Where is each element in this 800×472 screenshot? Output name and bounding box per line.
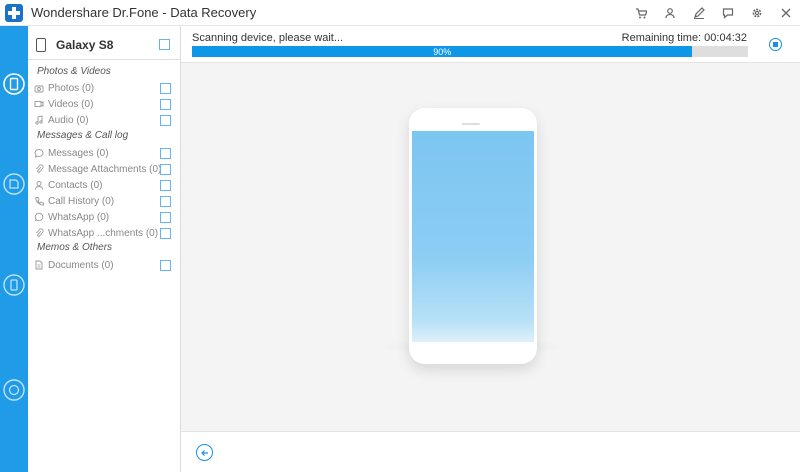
- item-label: WhatsApp (0): [48, 211, 110, 223]
- scan-area: Scanning device, please wait... Remainin…: [181, 26, 800, 472]
- whatsapp-attachments-checkbox[interactable]: [160, 228, 171, 239]
- list-item-audio[interactable]: Audio (0): [34, 113, 89, 127]
- cart-icon[interactable]: [626, 0, 655, 26]
- title-actions: [626, 0, 800, 26]
- item-label: Messages (0): [48, 147, 109, 159]
- back-button[interactable]: [196, 444, 213, 461]
- file-type-panel: Galaxy S8 Photos & Videos Photos (0) Vid…: [28, 26, 181, 472]
- photos-checkbox[interactable]: [160, 83, 171, 94]
- phone-speaker: [462, 123, 480, 125]
- gear-icon[interactable]: [742, 0, 771, 26]
- chat-icon[interactable]: [713, 0, 742, 26]
- scan-status-text: Scanning device, please wait...: [192, 32, 344, 44]
- videos-checkbox[interactable]: [160, 99, 171, 110]
- section-memos-others: Memos & Others: [37, 242, 113, 253]
- sd-recover-icon[interactable]: [0, 170, 28, 198]
- list-item-videos[interactable]: Videos (0): [34, 97, 93, 111]
- device-phone-icon: [36, 38, 46, 52]
- call-history-checkbox[interactable]: [160, 196, 171, 207]
- video-icon: [34, 99, 44, 109]
- title-bar: Wondershare Dr.Fone - Data Recovery: [0, 0, 800, 26]
- list-item-contacts[interactable]: Contacts (0): [34, 178, 102, 192]
- section-photos-videos: Photos & Videos: [37, 66, 111, 77]
- list-item-message-attachments[interactable]: Message Attachments (0): [34, 162, 161, 176]
- item-label: Documents (0): [48, 259, 114, 271]
- whatsapp-recover-icon[interactable]: [0, 376, 28, 404]
- footer-bar: [181, 431, 800, 472]
- close-icon[interactable]: [771, 0, 800, 26]
- list-item-documents[interactable]: Documents (0): [34, 258, 114, 272]
- list-item-photos[interactable]: Photos (0): [34, 81, 94, 95]
- attachment-icon: [34, 228, 44, 238]
- app-title: Wondershare Dr.Fone - Data Recovery: [31, 5, 257, 20]
- item-label: Call History (0): [48, 195, 115, 207]
- remaining-time: Remaining time: 00:04:32: [621, 32, 747, 44]
- arrow-left-icon: [200, 449, 208, 456]
- divider: [28, 59, 181, 60]
- camera-icon: [34, 83, 44, 93]
- item-label: Videos (0): [48, 98, 94, 110]
- attachment-icon: [34, 164, 44, 174]
- scan-status-bar: Scanning device, please wait... Remainin…: [181, 26, 800, 63]
- scan-progress-bar: 90%: [192, 46, 748, 57]
- message-attachments-checkbox[interactable]: [160, 164, 171, 175]
- contacts-checkbox[interactable]: [160, 180, 171, 191]
- documents-checkbox[interactable]: [160, 260, 171, 271]
- list-item-whatsapp-attachments[interactable]: WhatsApp ...chments (0): [34, 226, 158, 240]
- section-messages-calllog: Messages & Call log: [37, 130, 129, 141]
- user-icon[interactable]: [655, 0, 684, 26]
- item-label: Photos (0): [48, 82, 95, 94]
- phone-recover-icon[interactable]: [0, 70, 28, 98]
- stop-scan-button[interactable]: [769, 38, 782, 51]
- item-label: Message Attachments (0): [48, 163, 162, 175]
- phone-screen: [412, 131, 534, 342]
- message-icon: [34, 148, 44, 158]
- contact-icon: [34, 180, 44, 190]
- device-name: Galaxy S8: [56, 38, 114, 52]
- whatsapp-icon: [34, 212, 44, 222]
- phone-call-icon: [34, 196, 44, 206]
- list-item-whatsapp[interactable]: WhatsApp (0): [34, 210, 109, 224]
- device-checkbox[interactable]: [159, 39, 170, 50]
- mode-rail: [0, 26, 28, 472]
- audio-checkbox[interactable]: [160, 115, 171, 126]
- item-label: Contacts (0): [48, 179, 103, 191]
- item-label: Audio (0): [48, 114, 89, 126]
- progress-fill: 90%: [192, 46, 693, 57]
- music-note-icon: [34, 115, 44, 125]
- document-icon: [34, 260, 44, 270]
- device-illustration: [409, 108, 537, 364]
- list-item-messages[interactable]: Messages (0): [34, 146, 109, 160]
- pen-icon[interactable]: [684, 0, 713, 26]
- list-item-call-history[interactable]: Call History (0): [34, 194, 114, 208]
- item-label: WhatsApp ...chments (0): [48, 227, 159, 239]
- ios-recover-icon[interactable]: [0, 271, 28, 299]
- messages-checkbox[interactable]: [160, 148, 171, 159]
- drfone-logo-icon: [5, 3, 23, 22]
- whatsapp-checkbox[interactable]: [160, 212, 171, 223]
